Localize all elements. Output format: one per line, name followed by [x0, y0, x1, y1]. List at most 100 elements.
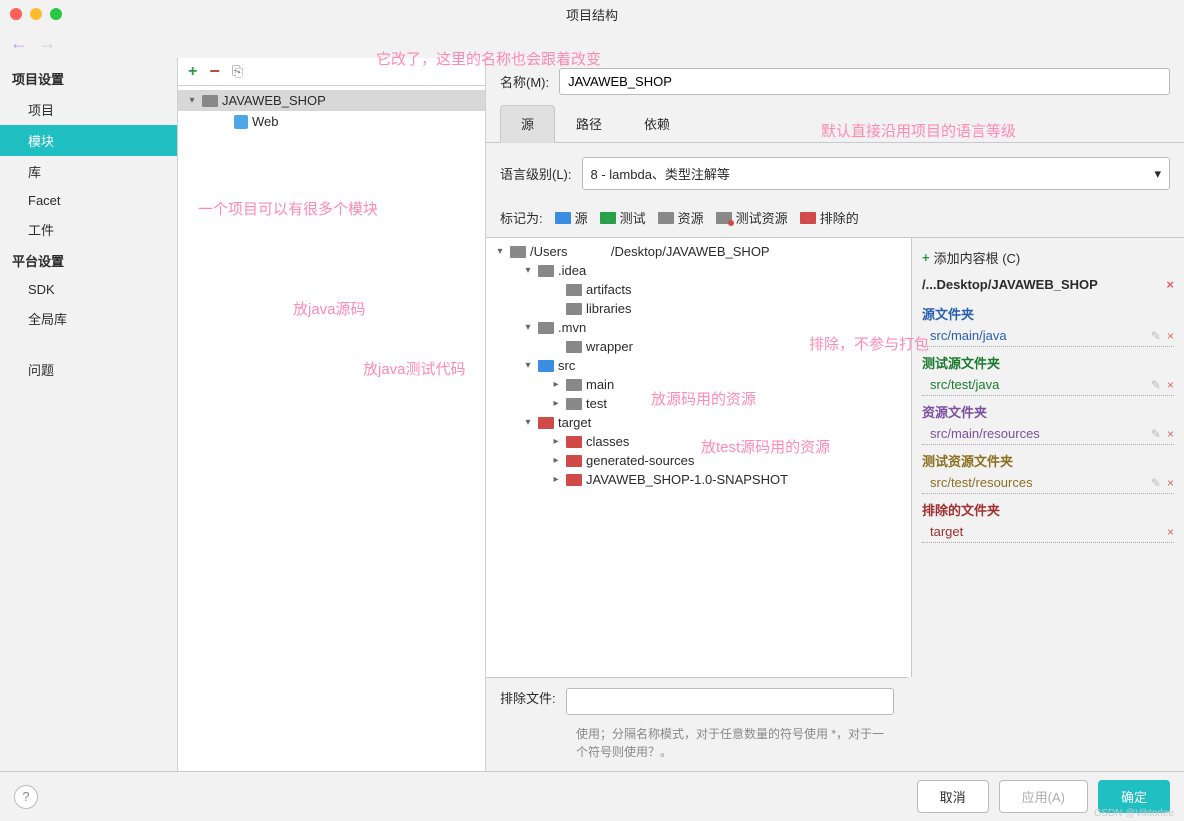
disclosure-icon[interactable]: ▸ [550, 474, 562, 485]
root-item[interactable]: target× [922, 521, 1174, 543]
root-item[interactable]: src/main/resources✎× [922, 423, 1174, 445]
root-item[interactable]: src/test/resources✎× [922, 472, 1174, 494]
sidebar-item-libraries[interactable]: 库 [0, 156, 177, 187]
disclosure-icon[interactable]: ▾ [186, 95, 198, 106]
sidebar-item-modules[interactable]: 模块 [0, 125, 177, 156]
folder-label: .mvn [558, 320, 586, 335]
folder-tree-row[interactable]: ▸ JAVAWEB_SHOP-1.0-SNAPSHOT [486, 470, 911, 489]
module-folder-icon [202, 95, 218, 107]
platform-settings-heading: 平台设置 [0, 245, 177, 276]
window-maximize-button[interactable] [50, 8, 62, 20]
add-content-root-button[interactable]: + 添加内容根 (C) [922, 244, 1174, 271]
exclude-files-label: 排除文件: [500, 688, 556, 707]
folder-label: classes [586, 434, 629, 449]
module-tree-root[interactable]: ▾ JAVAWEB_SHOP [178, 90, 485, 111]
disclosure-icon[interactable]: ▸ [550, 436, 562, 447]
sidebar-item-problems[interactable]: 问题 [0, 354, 177, 385]
folder-tree-row[interactable]: ▾target [486, 413, 911, 432]
folder-icon [555, 212, 571, 224]
folder-tree-row[interactable]: ▸test [486, 394, 911, 413]
remove-root-icon[interactable]: × [1166, 277, 1174, 292]
folder-tree-row[interactable]: ▾.idea [486, 261, 911, 280]
mark-excluded-button[interactable]: 排除的 [800, 208, 859, 227]
tab-source[interactable]: 源 [500, 105, 555, 143]
folder-icon [566, 303, 582, 315]
sidebar-item-global-libs[interactable]: 全局库 [0, 303, 177, 334]
lang-level-select[interactable]: 8 - lambda、类型注解等 ▾ [582, 157, 1170, 190]
mark-resource-button[interactable]: 资源 [658, 208, 704, 227]
remove-icon[interactable]: × [1167, 329, 1174, 343]
disclosure-icon[interactable]: ▸ [550, 398, 562, 409]
exclude-files-input[interactable] [566, 688, 894, 715]
folder-tree-row[interactable]: ▸ generated-sources [486, 451, 911, 470]
root-section-heading: 测试源文件夹 [922, 347, 1174, 374]
disclosure-icon[interactable]: ▾ [522, 322, 534, 333]
remove-icon[interactable]: × [1167, 476, 1174, 490]
sidebar-item-sdk[interactable]: SDK [0, 276, 177, 303]
root-section-heading: 源文件夹 [922, 298, 1174, 325]
folder-tree-row[interactable]: ▸ classes [486, 432, 911, 451]
disclosure-icon[interactable]: ▸ [550, 455, 562, 466]
folder-label: JAVAWEB_SHOP-1.0-SNAPSHOT [586, 472, 788, 487]
name-label: 名称(M): [500, 72, 549, 91]
folder-icon [566, 455, 582, 467]
disclosure-icon[interactable]: ▸ [550, 379, 562, 390]
edit-icon[interactable]: ✎ [1151, 378, 1161, 392]
root-item[interactable]: src/test/java✎× [922, 374, 1174, 396]
folder-tree-row[interactable]: artifacts [486, 280, 911, 299]
back-arrow-icon[interactable]: ← [10, 33, 28, 54]
apply-button[interactable]: 应用(A) [999, 780, 1088, 813]
project-settings-heading: 项目设置 [0, 63, 177, 94]
add-module-icon[interactable]: + [188, 63, 197, 81]
tab-dependencies[interactable]: 依赖 [623, 105, 691, 142]
module-tree-child[interactable]: Web [178, 111, 485, 132]
folder-tree-row[interactable]: ▾ src [486, 356, 911, 375]
annotation-java-test: 放java测试代码 [363, 358, 466, 379]
forward-arrow-icon[interactable]: → [38, 33, 56, 54]
folder-icon [538, 417, 554, 429]
window-title: 项目结构 [566, 5, 618, 24]
content-roots-pane: + 添加内容根 (C) /...Desktop/JAVAWEB_SHOP × 源… [911, 238, 1184, 677]
tab-paths[interactable]: 路径 [555, 105, 623, 142]
folder-label: generated-sources [586, 453, 694, 468]
sidebar-item-artifacts[interactable]: 工件 [0, 214, 177, 245]
sidebar-item-project[interactable]: 项目 [0, 94, 177, 125]
folder-label: src [558, 358, 575, 373]
help-button[interactable]: ? [14, 785, 38, 809]
folder-icon [566, 379, 582, 391]
settings-sidebar: 项目设置 项目 模块 库 Facet 工件 平台设置 SDK 全局库 问题 [0, 58, 178, 771]
disclosure-icon[interactable]: ▾ [522, 417, 534, 428]
mark-source-button[interactable]: 源 [555, 208, 588, 227]
edit-icon[interactable]: ✎ [1151, 476, 1161, 490]
window-minimize-button[interactable] [30, 8, 42, 20]
folder-tree-root[interactable]: ▾ /Users /Desktop/JAVAWEB_SHOP [486, 242, 911, 261]
folder-icon [658, 212, 674, 224]
folder-tree-row[interactable]: ▾ .mvn [486, 318, 911, 337]
mark-test-resource-button[interactable]: 测试资源 [716, 208, 788, 227]
disclosure-icon[interactable]: ▾ [522, 265, 534, 276]
folder-tree-row[interactable]: libraries [486, 299, 911, 318]
mark-test-button[interactable]: 测试 [600, 208, 646, 227]
folder-icon [566, 436, 582, 448]
folder-tree-row[interactable]: ▸main [486, 375, 911, 394]
copy-module-icon[interactable]: ⎘ [232, 63, 243, 80]
root-section-heading: 资源文件夹 [922, 396, 1174, 423]
edit-icon[interactable]: ✎ [1151, 427, 1161, 441]
watermark: CSDN @Viktorlee [1094, 808, 1174, 819]
disclosure-icon[interactable]: ▾ [494, 246, 506, 257]
module-name-input[interactable] [559, 68, 1170, 95]
edit-icon[interactable]: ✎ [1151, 329, 1161, 343]
remove-icon[interactable]: × [1167, 427, 1174, 441]
folder-tree-row[interactable]: wrapper [486, 337, 911, 356]
root-item[interactable]: src/main/java✎× [922, 325, 1174, 347]
window-close-button[interactable] [10, 8, 22, 20]
remove-icon[interactable]: × [1167, 525, 1174, 539]
remove-module-icon[interactable]: − [209, 61, 220, 82]
folder-icon [566, 398, 582, 410]
cancel-button[interactable]: 取消 [917, 780, 989, 813]
disclosure-icon[interactable]: ▾ [522, 360, 534, 371]
remove-icon[interactable]: × [1167, 378, 1174, 392]
annotation-many-modules: 一个项目可以有很多个模块 [198, 198, 378, 219]
sidebar-item-facet[interactable]: Facet [0, 187, 177, 214]
folder-icon [538, 360, 554, 372]
